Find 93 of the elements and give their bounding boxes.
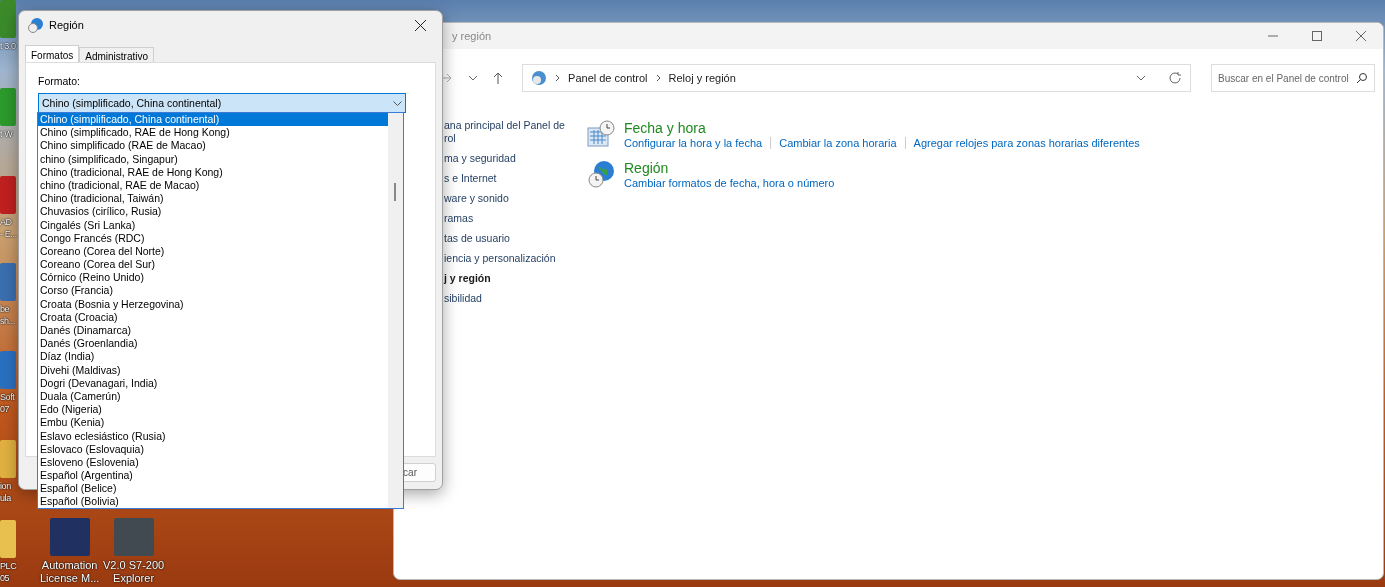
list-option[interactable]: Eslavo eclesiástico (Rusia) xyxy=(38,429,388,443)
list-option[interactable]: Chino (simplificado, China continental) xyxy=(38,113,388,127)
chevron-down-icon xyxy=(467,75,478,81)
desktop-icon-label: sh... xyxy=(0,316,15,327)
desktop-icon-label: ion xyxy=(0,481,11,492)
desktop-icon-label: - E... xyxy=(0,229,17,240)
desktop-icon-label: Automation xyxy=(41,559,98,571)
list-option[interactable]: Esloveno (Eslovenia) xyxy=(38,455,388,470)
caret-icon xyxy=(393,100,402,106)
globe-clock-icon xyxy=(27,17,43,33)
list-option[interactable]: Danés (Dinamarca) xyxy=(38,324,388,338)
list-option[interactable]: Congo Francés (RDC) xyxy=(38,231,388,245)
close-icon xyxy=(414,19,426,31)
refresh-icon[interactable] xyxy=(1168,71,1183,85)
list-option[interactable]: Corso (Francia) xyxy=(38,284,388,298)
desktop-app-icon[interactable] xyxy=(0,440,16,478)
up-arrow-icon xyxy=(493,72,504,84)
desktop-icon-label: 05 xyxy=(0,573,10,584)
globe-clock-icon xyxy=(586,159,616,189)
desktop-icon-label: Explorer xyxy=(113,572,155,584)
list-option[interactable]: Danés (Groenlandia) xyxy=(38,337,388,351)
desktop-app-icon[interactable] xyxy=(0,520,16,558)
dialog-title: Región xyxy=(49,19,85,31)
task-link[interactable]: Configurar la hora y la fecha xyxy=(624,137,771,149)
desktop-app-icon[interactable] xyxy=(0,351,16,389)
desktop-icon-label: be xyxy=(0,304,10,315)
breadcrumb-item[interactable]: Reloj y región xyxy=(668,72,736,84)
list-option[interactable]: Coreano (Corea del Norte) xyxy=(38,244,388,259)
list-option[interactable]: Embu (Kenia) xyxy=(38,416,388,430)
list-option[interactable]: Chino simplificado (RAE de Macao) xyxy=(38,139,388,153)
list-option[interactable]: Cingalés (Sri Lanka) xyxy=(38,218,388,232)
sidebar-link[interactable]: ana principal del Panel de rol xyxy=(444,119,586,145)
category-title-link[interactable]: Fecha y hora xyxy=(624,120,706,136)
list-option[interactable]: Español (Bolivia) xyxy=(38,495,388,509)
list-option[interactable]: Español (Belice) xyxy=(38,482,388,496)
search-icon xyxy=(1356,72,1368,84)
list-option[interactable]: Edo (Nigeria) xyxy=(38,403,388,417)
list-option[interactable]: Chuvasios (cirílico, Rusia) xyxy=(38,205,388,219)
list-option[interactable]: Chino (tradicional, RAE de Hong Kong) xyxy=(38,165,388,179)
window-title: y región xyxy=(452,30,493,42)
sidebar-link[interactable]: ma y seguridad xyxy=(444,152,586,165)
desktop-icon-label: Soft xyxy=(0,392,15,403)
close-icon xyxy=(1356,31,1366,41)
sidebar-link[interactable]: tas de usuario xyxy=(444,232,586,245)
list-option[interactable]: Chino (simplificado, RAE de Hong Kong) xyxy=(38,126,388,140)
desktop-icon-label: ula xyxy=(0,493,11,504)
format-dropdown[interactable]: Chino (simplificado, China continental) xyxy=(38,93,406,113)
sidebar-link[interactable]: ramas xyxy=(444,212,586,225)
desktop-app-icon[interactable] xyxy=(113,518,154,556)
desktop-icon-label: AD xyxy=(0,217,12,228)
tab[interactable]: Formatos xyxy=(25,45,80,65)
desktop-app-icon[interactable] xyxy=(0,263,16,301)
task-link[interactable]: Cambiar la zona horaria xyxy=(770,137,905,149)
desktop-app-icon[interactable] xyxy=(0,88,16,126)
list-option[interactable]: chino (tradicional, RAE de Macao) xyxy=(38,178,388,193)
sidebar-link[interactable]: j y región xyxy=(444,272,586,285)
desktop-app-icon[interactable] xyxy=(0,0,16,38)
breadcrumb-item[interactable]: Panel de control xyxy=(568,72,648,84)
list-option[interactable]: Eslovaco (Eslovaquia) xyxy=(38,442,388,456)
control-panel-icon xyxy=(531,70,548,86)
list-option[interactable]: Croata (Bosnia y Herzegovina) xyxy=(38,297,388,311)
calendar-clock-icon xyxy=(586,119,616,149)
list-option[interactable]: Croata (Croacia) xyxy=(38,310,388,324)
list-option[interactable]: Divehi (Maldivas) xyxy=(38,363,388,377)
list-option[interactable]: Español (Argentina) xyxy=(38,469,388,483)
task-link[interactable]: Cambiar formatos de fecha, hora o número xyxy=(624,177,843,189)
desktop-icon-label: PLC xyxy=(0,561,17,572)
desktop-icon-label: License M... xyxy=(40,572,100,584)
dropdown-caret-icon[interactable] xyxy=(1136,75,1147,81)
sidebar-link[interactable]: iencia y personalización xyxy=(444,252,586,265)
list-option[interactable]: Chino (tradicional, Taiwán) xyxy=(38,192,388,206)
desktop-app-icon[interactable] xyxy=(0,176,16,214)
chevron-icon xyxy=(555,74,561,82)
desktop-icon-label: V2.0 S7-200 xyxy=(103,559,165,571)
chevron-icon xyxy=(655,74,661,82)
sidebar-link[interactable]: ware y sonido xyxy=(444,192,586,205)
sidebar-link[interactable]: sibilidad xyxy=(444,292,586,305)
list-option[interactable]: Córnico (Reino Unido) xyxy=(38,271,388,285)
list-option[interactable]: Díaz (India) xyxy=(38,350,388,364)
maximize-icon xyxy=(1312,31,1322,41)
list-option[interactable]: Duala (Camerún) xyxy=(38,389,388,404)
category-title-link[interactable]: Región xyxy=(624,160,669,176)
list-option[interactable]: Coreano (Corea del Sur) xyxy=(38,258,388,272)
list-option[interactable]: Dogri (Devanagari, India) xyxy=(38,376,388,390)
list-option[interactable]: chino (simplificado, Singapur) xyxy=(38,152,388,166)
desktop-icon-label: 07 xyxy=(0,404,10,415)
desktop-icon-label: t 3.0 xyxy=(0,41,16,52)
sidebar-link[interactable]: s e Internet xyxy=(444,172,586,185)
task-link[interactable]: Agregar relojes para zonas horarias diferentes xyxy=(904,137,1148,149)
field-label: Formato: xyxy=(38,75,80,87)
address-bar[interactable]: Panel de control Reloj y región xyxy=(522,64,1192,92)
desktop-app-icon[interactable] xyxy=(49,518,90,556)
scrollbar-thumb[interactable] xyxy=(394,183,396,201)
